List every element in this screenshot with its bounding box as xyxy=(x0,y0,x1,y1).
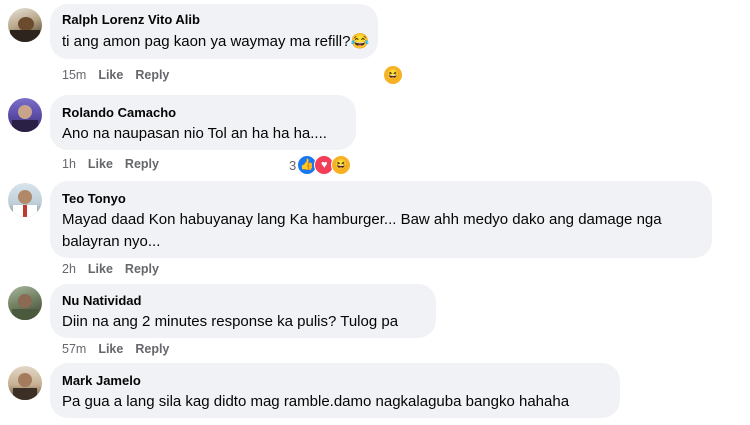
comment-timestamp[interactable]: 15m xyxy=(62,68,86,82)
commenter-name[interactable]: Mark Jamelo xyxy=(62,373,141,388)
comment-actions: 15m Like Reply xyxy=(62,68,181,82)
commenter-name[interactable]: Ralph Lorenz Vito Alib xyxy=(62,12,200,27)
avatar[interactable] xyxy=(8,183,42,217)
commenter-name[interactable]: Nu Natividad xyxy=(62,293,141,308)
like-button[interactable]: Like xyxy=(98,68,123,82)
like-button[interactable]: Like xyxy=(88,262,113,276)
laughing-face-icon: 😆 xyxy=(383,65,403,85)
avatar[interactable] xyxy=(8,366,42,400)
avatar[interactable] xyxy=(8,8,42,42)
commenter-name[interactable]: Teo Tonyo xyxy=(62,191,126,206)
avatar[interactable] xyxy=(8,98,42,132)
comment-text: ti ang amon pag kaon ya waymay ma refill… xyxy=(62,33,370,50)
comment-timestamp[interactable]: 57m xyxy=(62,342,86,356)
comment-text: Diin na ang 2 minutes response ka pulis?… xyxy=(62,313,399,330)
comment-text: Mayad daad Kon habuyanay lang Ka hamburg… xyxy=(62,211,662,250)
reply-button[interactable]: Reply xyxy=(135,68,169,82)
like-button[interactable]: Like xyxy=(98,342,123,356)
reaction-summary[interactable]: 😆 xyxy=(383,65,403,85)
reaction-summary[interactable]: 3 👍 ♥ 😆 xyxy=(289,155,352,175)
reply-button[interactable]: Reply xyxy=(125,262,159,276)
reaction-count: 3 xyxy=(289,157,297,173)
comment-actions: 57m Like Reply xyxy=(62,342,181,356)
laughing-face-icon: 😆 xyxy=(331,155,352,175)
like-button[interactable]: Like xyxy=(88,157,113,171)
avatar[interactable] xyxy=(8,286,42,320)
reply-button[interactable]: Reply xyxy=(135,342,169,356)
comment-text: Pa gua a lang sila kag didto mag ramble.… xyxy=(62,393,570,410)
comment-timestamp[interactable]: 2h xyxy=(62,262,76,276)
comment-actions: 2h Like Reply xyxy=(62,262,171,276)
comment-actions: 1h Like Reply xyxy=(62,157,171,171)
commenter-name[interactable]: Rolando Camacho xyxy=(62,105,176,120)
comment-text: Ano na naupasan nio Tol an ha ha ha.... xyxy=(62,125,327,142)
reply-button[interactable]: Reply xyxy=(125,157,159,171)
comment-timestamp[interactable]: 1h xyxy=(62,157,76,171)
